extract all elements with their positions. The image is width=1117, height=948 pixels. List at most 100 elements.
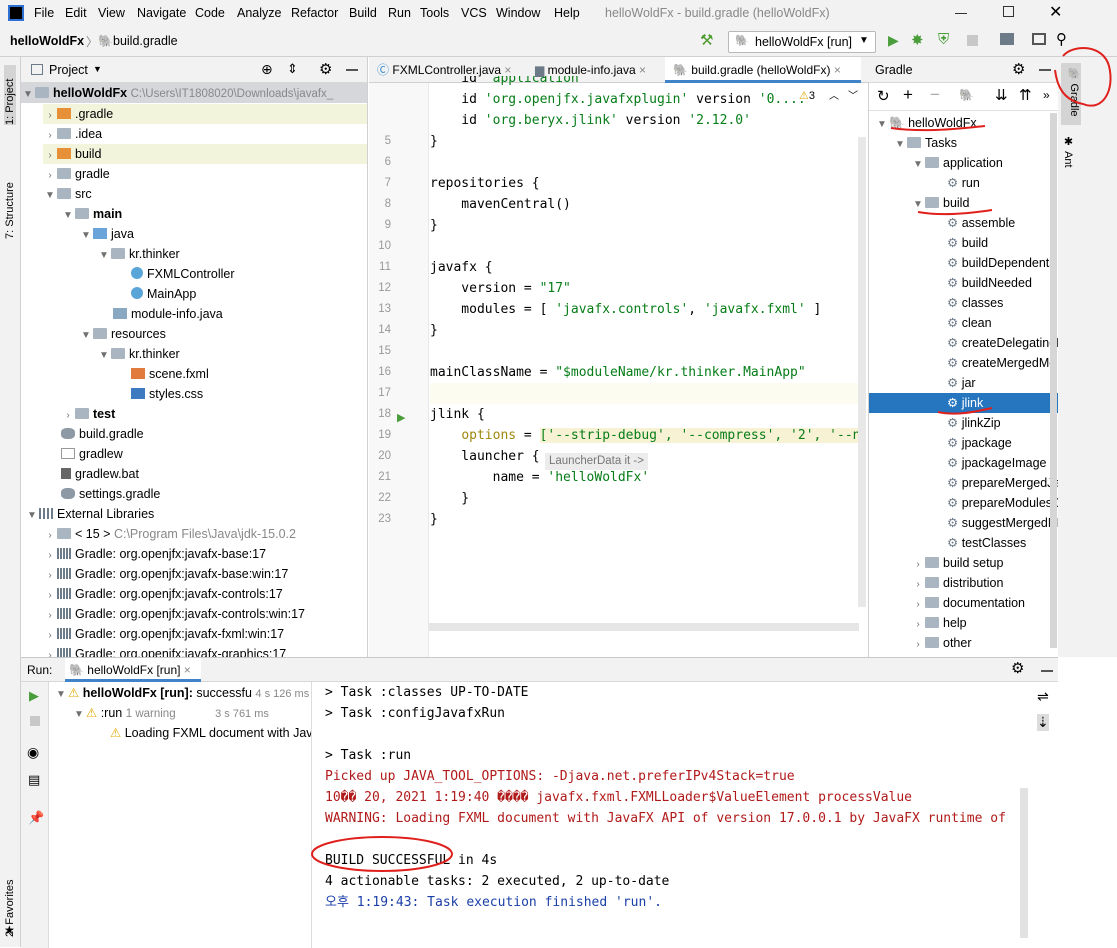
menu-tools[interactable]: Tools: [420, 6, 449, 20]
tree-item-gradle-dir[interactable]: › .gradle: [43, 104, 367, 124]
gradle-group-help[interactable]: › help: [911, 613, 966, 633]
tree-item-jdk[interactable]: › < 15 > C:\Program Files\Java\jdk-15.0.2: [43, 524, 296, 544]
tree-item-styles-css[interactable]: styles.css: [131, 384, 203, 404]
menu-vcs[interactable]: VCS: [461, 6, 487, 20]
run-icon[interactable]: ▶: [888, 32, 899, 49]
locate-icon[interactable]: ⊕: [261, 61, 273, 78]
eye-icon[interactable]: ◉: [27, 744, 39, 761]
run-tab[interactable]: 🐘 helloWoldFx [run] ×: [65, 658, 201, 682]
tree-item-resources[interactable]: ▼ resources: [79, 324, 166, 344]
gear-icon[interactable]: ⚙: [1011, 659, 1024, 677]
project-tool-tab[interactable]: 1: Project: [4, 65, 16, 125]
gradle-task-jar[interactable]: ⚙ jar: [947, 373, 976, 393]
tree-item-lib[interactable]: › Gradle: org.openjfx:javafx-controls:17: [43, 584, 282, 604]
gradle-task-run[interactable]: ⚙ run: [947, 173, 980, 193]
tree-item-gradle[interactable]: › gradle: [43, 164, 109, 184]
run-tree-root[interactable]: ▼ ⚠ helloWoldFx [run]: successfu 4 s 126 …: [54, 683, 309, 703]
stop-icon[interactable]: [967, 35, 978, 46]
menu-edit[interactable]: Edit: [65, 6, 87, 20]
menu-run[interactable]: Run: [388, 6, 411, 20]
hide-icon[interactable]: [1041, 670, 1053, 672]
menu-view[interactable]: View: [98, 6, 125, 20]
debug-icon[interactable]: ✸: [911, 31, 924, 49]
tree-item-java[interactable]: ▼ java: [79, 224, 134, 244]
gear-icon[interactable]: ⚙: [319, 60, 332, 78]
menu-navigate[interactable]: Navigate: [137, 6, 186, 20]
ant-tool-tab[interactable]: ✱ Ant: [1062, 135, 1075, 175]
gradle-group-distribution[interactable]: › distribution: [911, 573, 1003, 593]
tree-item-test[interactable]: › test: [61, 404, 115, 424]
remove-icon[interactable]: −: [930, 85, 940, 105]
tree-root[interactable]: ▼ helloWoldFx C:\Users\IT1808020\Download…: [21, 83, 367, 103]
tree-item-mainapp[interactable]: MainApp: [131, 284, 196, 304]
tree-item-package[interactable]: ▼ kr.thinker: [97, 244, 180, 264]
chevron-down-icon[interactable]: ▼: [93, 64, 102, 74]
tree-item-build-gradle[interactable]: build.gradle: [61, 424, 144, 444]
refresh-icon[interactable]: ↻: [877, 87, 890, 105]
gradle-tasks[interactable]: ▼ Tasks: [893, 133, 957, 153]
console-scrollbar[interactable]: [1020, 788, 1028, 938]
expand-all-icon[interactable]: ⇊: [995, 86, 1008, 104]
coverage-icon[interactable]: ⛨: [938, 31, 949, 48]
gradle-task-build[interactable]: ⚙ build: [947, 233, 988, 253]
editor-scrollbar[interactable]: [858, 137, 866, 607]
tree-item-module-info[interactable]: module-info.java: [113, 304, 223, 324]
run-tree-warning[interactable]: ⚠ Loading FXML document with Jav: [110, 723, 311, 743]
add-icon[interactable]: +: [903, 85, 913, 105]
menu-build[interactable]: Build: [349, 6, 377, 20]
gradle-task-createdelegatingm[interactable]: ⚙ createDelegatingM: [947, 333, 1058, 353]
gradle-task-buildneeded[interactable]: ⚙ buildNeeded: [947, 273, 1032, 293]
gradle-task-builddependents[interactable]: ⚙ buildDependents: [947, 253, 1056, 273]
collapse-all-icon[interactable]: ⇕: [287, 61, 298, 77]
gradle-task-jpackageimage[interactable]: ⚙ jpackageImage: [947, 453, 1046, 473]
menu-code[interactable]: Code: [195, 6, 225, 20]
soft-wrap-icon[interactable]: ⇌: [1037, 688, 1049, 705]
menu-window[interactable]: Window: [496, 6, 540, 20]
gradle-task-preparemergedja[interactable]: ⚙ prepareMergedJa: [947, 473, 1058, 493]
tree-item-gradlew[interactable]: gradlew: [61, 444, 123, 464]
layout-icon[interactable]: ▤: [28, 772, 40, 788]
menu-refactor[interactable]: Refactor: [291, 6, 338, 20]
stop-icon[interactable]: [30, 716, 40, 726]
gear-icon[interactable]: ⚙: [1012, 60, 1025, 78]
tree-item-scene-fxml[interactable]: scene.fxml: [131, 364, 209, 384]
tree-item-idea[interactable]: › .idea: [43, 124, 102, 144]
gradle-scrollbar[interactable]: [1050, 113, 1057, 648]
scroll-end-icon[interactable]: ⇣: [1037, 714, 1049, 731]
gradle-group-build-setup[interactable]: › build setup: [911, 553, 1003, 573]
gradle-group-documentation[interactable]: › documentation: [911, 593, 1025, 613]
gradle-task-testclasses[interactable]: ⚙ testClasses: [947, 533, 1026, 553]
maximize-button[interactable]: [1003, 6, 1014, 17]
breadcrumb-file[interactable]: build.gradle: [113, 34, 178, 48]
structure-tool-tab[interactable]: 7: Structure: [4, 149, 16, 239]
menu-file[interactable]: File: [34, 6, 54, 20]
run-tree-run[interactable]: ▼ ⚠ :run 1 warning 3 s 761 ms: [72, 703, 269, 723]
tree-item-res-package[interactable]: ▼ kr.thinker: [97, 344, 180, 364]
collapse-all-icon[interactable]: ⇈: [1019, 86, 1032, 104]
pin-icon[interactable]: 📌: [28, 810, 44, 826]
tree-item-external-libs[interactable]: ▼ External Libraries: [25, 504, 154, 524]
tree-item-lib[interactable]: › Gradle: org.openjfx:javafx-base:17: [43, 544, 266, 564]
run-gutter-icon[interactable]: ▶: [397, 411, 405, 424]
gradle-group-application[interactable]: ▼ application: [911, 153, 1003, 173]
horizontal-scrollbar[interactable]: [429, 623, 859, 631]
gradle-group-other[interactable]: › other: [911, 633, 971, 653]
gradle-task-preparemodulesd[interactable]: ⚙ prepareModulesD: [947, 493, 1058, 513]
tree-item-lib[interactable]: › Gradle: org.openjfx:javafx-controls:win…: [43, 604, 305, 624]
gradle-task-createmergedmo[interactable]: ⚙ createMergedMo: [947, 353, 1056, 373]
gradle-task-classes[interactable]: ⚙ classes: [947, 293, 1003, 313]
tree-item-settings-gradle[interactable]: settings.gradle: [61, 484, 160, 504]
menu-analyze[interactable]: Analyze: [237, 6, 281, 20]
gradle-task-jpackage[interactable]: ⚙ jpackage: [947, 433, 1012, 453]
tree-item-fxmlcontroller[interactable]: FXMLController: [131, 264, 235, 284]
run-config-selector[interactable]: 🐘 helloWoldFx [run] ▼: [728, 31, 876, 53]
build-hammer-icon[interactable]: ⚒: [700, 31, 713, 49]
tree-item-gradlew-bat[interactable]: gradlew.bat: [61, 464, 139, 484]
breadcrumb-project[interactable]: helloWoldFx: [10, 34, 84, 48]
tree-item-lib[interactable]: › Gradle: org.openjfx:javafx-fxml:win:17: [43, 624, 284, 644]
project-view-selector[interactable]: Project: [49, 63, 88, 77]
tree-item-build[interactable]: › build: [43, 144, 367, 164]
execute-task-icon[interactable]: 🐘: [959, 88, 974, 102]
tree-item-src[interactable]: ▼ src: [43, 184, 92, 204]
tree-item-main[interactable]: ▼ main: [61, 204, 122, 224]
